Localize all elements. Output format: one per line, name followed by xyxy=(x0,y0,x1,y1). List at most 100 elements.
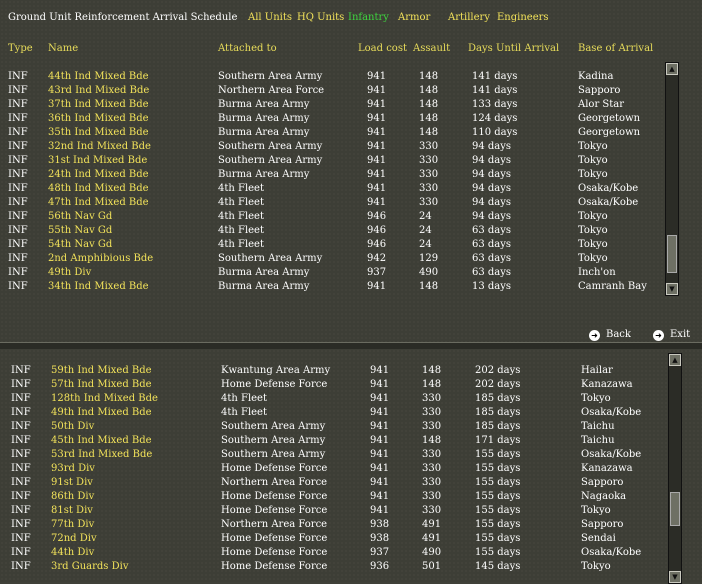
cell-name[interactable]: 53rd Ind Mixed Bde xyxy=(51,448,152,462)
cell-name[interactable]: 35th Ind Mixed Bde xyxy=(48,126,149,140)
table-row[interactable]: INF 43rd Ind Mixed Bde Northern Area Force… xyxy=(0,84,660,98)
cell-type: INF xyxy=(11,491,31,502)
cell-name[interactable]: 50th Div xyxy=(51,420,94,434)
exit-button[interactable]: ➜ Exit xyxy=(653,329,690,341)
column-header-name[interactable]: Name xyxy=(48,43,78,54)
tab-hq-units[interactable]: HQ Units xyxy=(297,12,344,23)
table-row[interactable]: INF 86th Div Home Defense Force 941 330 155 d… xyxy=(0,490,660,504)
tab-armor[interactable]: Armor xyxy=(398,12,430,23)
cell-name[interactable]: 54th Nav Gd xyxy=(48,238,112,252)
cell-attached-to: Burma Area Army xyxy=(218,113,310,124)
cell-assault: 330 xyxy=(422,407,442,418)
table-row[interactable]: INF 24th Ind Mixed Bde Burma Area Army 941 3… xyxy=(0,168,660,182)
table-row[interactable]: INF 93rd Div Home Defense Force 941 330 155 d… xyxy=(0,462,660,476)
cell-name[interactable]: 128th Ind Mixed Bde xyxy=(51,392,158,406)
cell-name[interactable]: 45th Ind Mixed Bde xyxy=(51,434,152,448)
table-row[interactable]: INF 81st Div Home Defense Force 941 330 155 d… xyxy=(0,504,660,518)
cell-assault: 330 xyxy=(419,183,439,194)
table-row[interactable]: INF 53rd Ind Mixed Bde Southern Area Army 9… xyxy=(0,448,660,462)
table-row[interactable]: INF 59th Ind Mixed Bde Kwantung Area Army 9… xyxy=(0,364,660,378)
top-scroll-thumb[interactable] xyxy=(667,235,677,273)
table-row[interactable]: INF 32nd Ind Mixed Bde Southern Area Army 9… xyxy=(0,140,660,154)
table-row[interactable]: INF 57th Ind Mixed Bde Home Defense Force 9… xyxy=(0,378,660,392)
column-header-attached-to[interactable]: Attached to xyxy=(218,43,277,54)
table-row[interactable]: INF 35th Ind Mixed Bde Burma Area Army 941 1… xyxy=(0,126,660,140)
cell-name[interactable]: 77th Div xyxy=(51,518,94,532)
scroll-up-icon[interactable]: ▲ xyxy=(669,354,681,366)
table-row[interactable]: INF 54th Nav Gd 4th Fleet 946 24 63 days Tokyo xyxy=(0,238,660,252)
back-button[interactable]: ➜ Back xyxy=(589,329,631,341)
cell-name[interactable]: 44th Div xyxy=(51,546,94,560)
column-header-days-until-arrival[interactable]: Days Until Arrival xyxy=(468,43,559,54)
cell-name[interactable]: 56th Nav Gd xyxy=(48,210,112,224)
table-row[interactable]: INF 34th Ind Mixed Bde Burma Area Army 941 1… xyxy=(0,280,660,294)
table-row[interactable]: INF 3rd Guards Div Home Defense Force 936 50… xyxy=(0,560,660,574)
column-header-load-cost[interactable]: Load cost xyxy=(358,43,407,54)
cell-name[interactable]: 31st Ind Mixed Bde xyxy=(48,154,147,168)
top-scrollbar[interactable]: ▲ ▼ xyxy=(665,62,679,296)
table-row[interactable]: INF 49th Ind Mixed Bde 4th Fleet 941 330 185 … xyxy=(0,406,660,420)
table-row[interactable]: INF 44th Ind Mixed Bde Southern Area Army 9… xyxy=(0,70,660,84)
cell-name[interactable]: 36th Ind Mixed Bde xyxy=(48,112,149,126)
cell-name[interactable]: 59th Ind Mixed Bde xyxy=(51,364,152,378)
table-row[interactable]: INF 77th Div Northern Area Force 938 491 155 … xyxy=(0,518,660,532)
column-header-type[interactable]: Type xyxy=(8,43,33,54)
cell-name[interactable]: 2nd Amphibious Bde xyxy=(48,252,153,266)
table-row[interactable]: INF 45th Ind Mixed Bde Southern Area Army 9… xyxy=(0,434,660,448)
table-row[interactable]: INF 50th Div Southern Area Army 941 330 185 d… xyxy=(0,420,660,434)
cell-name[interactable]: 34th Ind Mixed Bde xyxy=(48,280,149,294)
table-row[interactable]: INF 36th Ind Mixed Bde Burma Area Army 941 1… xyxy=(0,112,660,126)
table-row[interactable]: INF 128th Ind Mixed Bde 4th Fleet 941 330 185… xyxy=(0,392,660,406)
cell-assault: 330 xyxy=(422,449,442,460)
tab-artillery[interactable]: Artillery xyxy=(448,12,490,23)
column-header-assault[interactable]: Assault xyxy=(413,43,450,54)
table-row[interactable]: INF 49th Div Burma Area Army 937 490 63 days I… xyxy=(0,266,660,280)
table-row[interactable]: INF 37th Ind Mixed Bde Burma Area Army 941 1… xyxy=(0,98,660,112)
cell-name[interactable]: 91st Div xyxy=(51,476,93,490)
cell-type: INF xyxy=(11,393,31,404)
table-row[interactable]: INF 55th Nav Gd 4th Fleet 946 24 63 days Tokyo xyxy=(0,224,660,238)
cell-base-of-arrival: Tokyo xyxy=(578,211,608,222)
scroll-down-icon[interactable]: ▼ xyxy=(669,571,681,583)
scroll-down-icon[interactable]: ▼ xyxy=(666,283,678,295)
table-row[interactable]: INF 2nd Amphibious Bde Southern Area Army 9… xyxy=(0,252,660,266)
cell-name[interactable]: 48th Ind Mixed Bde xyxy=(48,182,149,196)
cell-name[interactable]: 86th Div xyxy=(51,490,94,504)
table-row[interactable]: INF 48th Ind Mixed Bde 4th Fleet 941 330 94 d… xyxy=(0,182,660,196)
cell-name[interactable]: 44th Ind Mixed Bde xyxy=(48,70,149,84)
scroll-up-icon[interactable]: ▲ xyxy=(666,63,678,75)
cell-name[interactable]: 43rd Ind Mixed Bde xyxy=(48,84,149,98)
cell-name[interactable]: 3rd Guards Div xyxy=(51,560,128,574)
table-row[interactable]: INF 44th Div Home Defense Force 937 490 155 d… xyxy=(0,546,660,560)
bottom-scrollbar[interactable]: ▲ ▼ xyxy=(668,353,682,584)
bottom-scroll-thumb[interactable] xyxy=(670,492,680,526)
cell-name[interactable]: 81st Div xyxy=(51,504,93,518)
table-row[interactable]: INF 31st Ind Mixed Bde Southern Area Army 9… xyxy=(0,154,660,168)
cell-type: INF xyxy=(11,435,31,446)
cell-days-until-arrival: 155 days xyxy=(475,505,521,516)
cell-name[interactable]: 55th Nav Gd xyxy=(48,224,112,238)
cell-name[interactable]: 93rd Div xyxy=(51,462,95,476)
table-row[interactable]: INF 91st Div Northern Area Force 941 330 155 … xyxy=(0,476,660,490)
cell-name[interactable]: 72nd Div xyxy=(51,532,97,546)
cell-name[interactable]: 49th Ind Mixed Bde xyxy=(51,406,152,420)
cell-name[interactable]: 47th Ind Mixed Bde xyxy=(48,196,149,210)
table-row[interactable]: INF 72nd Div Home Defense Force 938 491 155 d… xyxy=(0,532,660,546)
cell-load-cost: 941 xyxy=(367,141,387,152)
cell-load-cost: 941 xyxy=(367,99,387,110)
cell-name[interactable]: 49th Div xyxy=(48,266,91,280)
table-row[interactable]: INF 56th Nav Gd 4th Fleet 946 24 94 days Tokyo xyxy=(0,210,660,224)
tab-engineers[interactable]: Engineers xyxy=(497,12,549,23)
cell-type: INF xyxy=(11,533,31,544)
table-row[interactable]: INF 47th Ind Mixed Bde 4th Fleet 941 330 94 d… xyxy=(0,196,660,210)
cell-name[interactable]: 57th Ind Mixed Bde xyxy=(51,378,152,392)
cell-type: INF xyxy=(11,561,31,572)
cell-name[interactable]: 24th Ind Mixed Bde xyxy=(48,168,149,182)
cell-name[interactable]: 32nd Ind Mixed Bde xyxy=(48,140,151,154)
cell-attached-to: Southern Area Army xyxy=(218,141,323,152)
column-header-base-of-arrival[interactable]: Base of Arrival xyxy=(578,43,653,54)
cell-name[interactable]: 37th Ind Mixed Bde xyxy=(48,98,149,112)
cell-load-cost: 938 xyxy=(370,519,390,530)
tab-all-units[interactable]: All Units xyxy=(248,12,292,23)
tab-infantry[interactable]: Infantry xyxy=(348,12,389,23)
